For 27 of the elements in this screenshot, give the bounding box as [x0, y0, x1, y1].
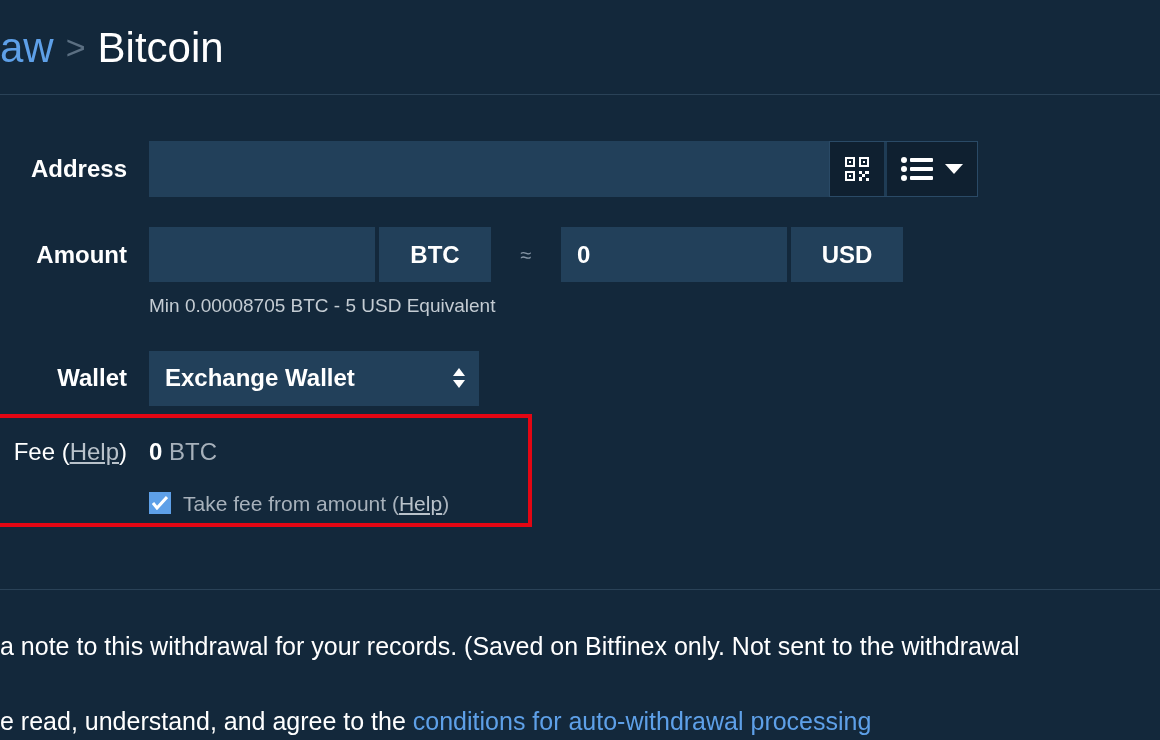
caret-icon [945, 164, 963, 174]
agreement-text: e read, understand, and agree to the conditions for auto-withdrawal processing [0, 706, 873, 737]
field-label: Amount [35, 239, 127, 270]
breadcrumb-link[interactable]: aw [0, 15, 54, 79]
help-link[interactable]: Help [398, 491, 443, 515]
qr-code-icon [844, 156, 870, 182]
page-title: Bitcoin [97, 22, 224, 73]
field-label: Wallet [56, 363, 127, 393]
currency-label: USD [791, 227, 903, 282]
amount-field[interactable] [149, 227, 375, 282]
note-text: a note to this withdrawal for your records. (Saved on Bitfinex only. Not sent to the withdrawal [0, 630, 1021, 662]
approx-sign: ≈ [519, 242, 533, 268]
fee-value: 0 BTC [149, 436, 219, 467]
wallet-select[interactable]: Exchange Wallet [149, 350, 479, 406]
fee-label: Fee (Help) [12, 436, 127, 467]
currency-label: BTC [379, 227, 491, 282]
help-link[interactable]: Help [69, 437, 119, 465]
hint-text: Min 0.00008705 BTC - 5 USD Equivalent [149, 294, 497, 318]
conditions-link[interactable]: conditions for auto-withdrawal processing [412, 707, 872, 735]
checkbox-label: Take fee from amount (Help) [183, 490, 450, 517]
list-icon [901, 157, 933, 181]
usd-amount-field[interactable]: 0 [561, 227, 787, 282]
address-field[interactable] [149, 141, 829, 197]
field-label: Address [29, 154, 127, 184]
breadcrumb-separator: > [65, 26, 86, 68]
checkbox[interactable] [149, 492, 171, 515]
sort-icon [453, 368, 465, 388]
